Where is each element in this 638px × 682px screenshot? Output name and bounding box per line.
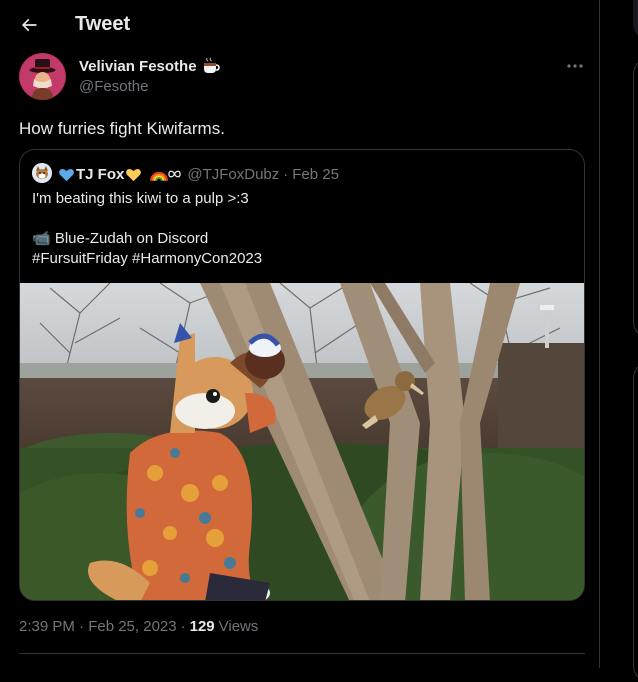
more-options-button[interactable] [563, 56, 587, 76]
author-handle[interactable]: @Fesothe [79, 78, 148, 95]
more-icon [567, 64, 583, 68]
back-button[interactable] [12, 8, 46, 42]
quote-text: I'm beating this kiwi to a pulp >:3 📹 Bl… [32, 189, 572, 269]
sidebar-panel-edge-2 [633, 362, 638, 682]
yellow-heart-emoji [126, 168, 142, 181]
sidebar-panel-edge [633, 58, 638, 338]
search-box-edge[interactable] [633, 0, 638, 40]
tweet-timestamp[interactable]: 2:39 PM · Feb 25, 2023 [19, 618, 177, 635]
rainbow-emoji [150, 171, 169, 181]
infinity-emoji [168, 170, 182, 178]
quote-header: TJ Fox @TJFoxDubz · Feb 25 [58, 164, 339, 184]
author-avatar[interactable] [19, 53, 66, 100]
quote-author-name[interactable]: TJ Fox [76, 166, 124, 183]
quote-author-handle[interactable]: @TJFoxDubz [187, 166, 279, 183]
quote-author-avatar[interactable] [32, 163, 52, 183]
blue-heart-emoji [59, 168, 74, 181]
coffee-cup-emoji [201, 56, 221, 81]
divider [19, 653, 585, 654]
main-column: Tweet Velivian Fesothe @Fesothe How furr… [0, 0, 600, 668]
page-title: Tweet [75, 13, 131, 35]
quote-hashtags[interactable]: #FursuitFriday #HarmonyCon2023 [32, 249, 572, 269]
quoted-tweet[interactable]: TJ Fox @TJFoxDubz · Feb 25 I'm beating t… [19, 149, 585, 601]
arrow-left-icon [21, 18, 37, 32]
top-bar: Tweet [0, 0, 600, 50]
tweet-text: How furries fight Kiwifarms. [19, 119, 225, 138]
views-count: 129 [189, 618, 215, 635]
views-label: Views [218, 618, 259, 635]
meta-separator: · [180, 618, 186, 635]
quote-blank-line [32, 209, 572, 229]
quote-line-1: I'm beating this kiwi to a pulp >:3 [32, 190, 249, 207]
author-name[interactable]: Velivian Fesothe [79, 58, 197, 75]
tweet-meta: 2:39 PM · Feb 25, 2023 · 129 Views [19, 618, 258, 635]
video-thumbnail[interactable] [20, 283, 584, 600]
quote-date[interactable]: Feb 25 [292, 166, 339, 183]
quote-separator: · [283, 165, 289, 183]
quote-line-credit: 📹 Blue-Zudah on Discord [32, 230, 209, 247]
right-sidebar [601, 0, 638, 682]
